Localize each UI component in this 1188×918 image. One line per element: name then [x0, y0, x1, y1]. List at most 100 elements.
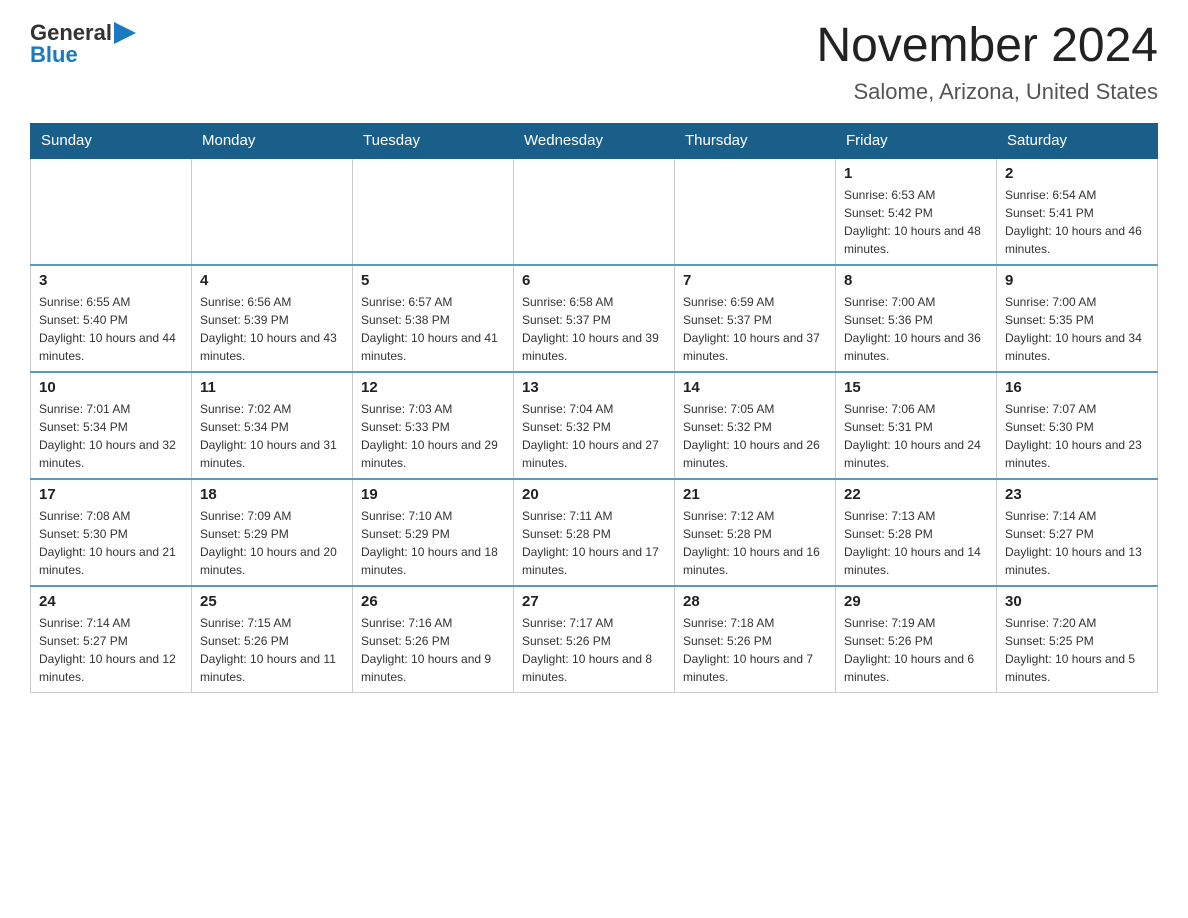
calendar-cell: [192, 158, 353, 265]
day-number: 26: [361, 593, 505, 610]
day-number: 28: [683, 593, 827, 610]
calendar-cell: 14Sunrise: 7:05 AMSunset: 5:32 PMDayligh…: [675, 372, 836, 479]
calendar-cell: [675, 158, 836, 265]
day-number: 3: [39, 272, 183, 289]
day-number: 2: [1005, 165, 1149, 182]
calendar-cell: 25 Sunrise: 7:15 AMSunset: 5:26 PMDayligh…: [192, 586, 353, 693]
day-info: Sunrise: 6:59 AMSunset: 5:37 PMDaylight:…: [683, 293, 827, 365]
calendar-cell: 20 Sunrise: 7:11 AMSunset: 5:28 PMDayligh…: [514, 479, 675, 586]
calendar-cell: 24 Sunrise: 7:14 AMSunset: 5:27 PMDayligh…: [31, 586, 192, 693]
calendar-cell: 22 Sunrise: 7:13 AMSunset: 5:28 PMDayligh…: [836, 479, 997, 586]
calendar-header-saturday: Saturday: [997, 123, 1158, 158]
day-info: Sunrise: 7:14 AMSunset: 5:27 PMDaylight:…: [39, 614, 183, 686]
calendar-cell: 18 Sunrise: 7:09 AMSunset: 5:29 PMDayligh…: [192, 479, 353, 586]
day-info: Sunrise: 7:16 AMSunset: 5:26 PMDaylight:…: [361, 614, 505, 686]
calendar-cell: 10 Sunrise: 7:01 AMSunset: 5:34 PMDayligh…: [31, 372, 192, 479]
calendar-header-tuesday: Tuesday: [353, 123, 514, 158]
page-subtitle: Salome, Arizona, United States: [816, 79, 1158, 105]
day-info: Sunrise: 7:12 AMSunset: 5:28 PMDaylight:…: [683, 507, 827, 579]
day-number: 9: [1005, 272, 1149, 289]
day-number: 30: [1005, 593, 1149, 610]
day-info: Sunrise: 7:06 AMSunset: 5:31 PMDaylight:…: [844, 400, 988, 472]
day-number: 13: [522, 379, 666, 396]
page-title: November 2024: [816, 20, 1158, 73]
day-info: Sunrise: 6:57 AMSunset: 5:38 PMDaylight:…: [361, 293, 505, 365]
day-info: Sunrise: 6:56 AMSunset: 5:39 PMDaylight:…: [200, 293, 344, 365]
day-number: 12: [361, 379, 505, 396]
day-number: 25: [200, 593, 344, 610]
day-number: 22: [844, 486, 988, 503]
logo-arrow-icon: [114, 22, 136, 44]
calendar-cell: 12 Sunrise: 7:03 AMSunset: 5:33 PMDayligh…: [353, 372, 514, 479]
page-header: General Blue November 2024 Salome, Arizo…: [30, 20, 1158, 105]
day-number: 29: [844, 593, 988, 610]
calendar-cell: 15Sunrise: 7:06 AMSunset: 5:31 PMDayligh…: [836, 372, 997, 479]
day-number: 23: [1005, 486, 1149, 503]
day-info: Sunrise: 7:15 AMSunset: 5:26 PMDaylight:…: [200, 614, 344, 686]
day-info: Sunrise: 7:20 AMSunset: 5:25 PMDaylight:…: [1005, 614, 1149, 686]
day-info: Sunrise: 7:04 AMSunset: 5:32 PMDaylight:…: [522, 400, 666, 472]
calendar-cell: 17Sunrise: 7:08 AMSunset: 5:30 PMDayligh…: [31, 479, 192, 586]
calendar-cell: 8 Sunrise: 7:00 AMSunset: 5:36 PMDaylight…: [836, 265, 997, 372]
day-number: 21: [683, 486, 827, 503]
day-number: 8: [844, 272, 988, 289]
calendar-cell: [353, 158, 514, 265]
day-info: Sunrise: 7:03 AMSunset: 5:33 PMDaylight:…: [361, 400, 505, 472]
day-info: Sunrise: 7:13 AMSunset: 5:28 PMDaylight:…: [844, 507, 988, 579]
calendar-header-row: SundayMondayTuesdayWednesdayThursdayFrid…: [31, 123, 1158, 158]
day-info: Sunrise: 7:14 AMSunset: 5:27 PMDaylight:…: [1005, 507, 1149, 579]
calendar-cell: 7 Sunrise: 6:59 AMSunset: 5:37 PMDaylight…: [675, 265, 836, 372]
day-info: Sunrise: 7:11 AMSunset: 5:28 PMDaylight:…: [522, 507, 666, 579]
day-info: Sunrise: 6:58 AMSunset: 5:37 PMDaylight:…: [522, 293, 666, 365]
day-info: Sunrise: 7:10 AMSunset: 5:29 PMDaylight:…: [361, 507, 505, 579]
day-info: Sunrise: 7:19 AMSunset: 5:26 PMDaylight:…: [844, 614, 988, 686]
day-number: 4: [200, 272, 344, 289]
calendar-cell: 2Sunrise: 6:54 AMSunset: 5:41 PMDaylight…: [997, 158, 1158, 265]
calendar-header-sunday: Sunday: [31, 123, 192, 158]
day-number: 24: [39, 593, 183, 610]
calendar-cell: 16Sunrise: 7:07 AMSunset: 5:30 PMDayligh…: [997, 372, 1158, 479]
day-number: 10: [39, 379, 183, 396]
title-area: November 2024 Salome, Arizona, United St…: [816, 20, 1158, 105]
calendar-week-row: 24 Sunrise: 7:14 AMSunset: 5:27 PMDayligh…: [31, 586, 1158, 693]
logo-area: General Blue: [30, 20, 136, 68]
calendar-cell: 27Sunrise: 7:17 AMSunset: 5:26 PMDayligh…: [514, 586, 675, 693]
calendar-cell: [31, 158, 192, 265]
day-number: 7: [683, 272, 827, 289]
day-number: 6: [522, 272, 666, 289]
calendar-cell: 6 Sunrise: 6:58 AMSunset: 5:37 PMDaylight…: [514, 265, 675, 372]
calendar-cell: 26 Sunrise: 7:16 AMSunset: 5:26 PMDayligh…: [353, 586, 514, 693]
day-info: Sunrise: 7:09 AMSunset: 5:29 PMDaylight:…: [200, 507, 344, 579]
day-info: Sunrise: 7:00 AMSunset: 5:35 PMDaylight:…: [1005, 293, 1149, 365]
day-info: Sunrise: 6:53 AMSunset: 5:42 PMDaylight:…: [844, 186, 988, 258]
day-number: 19: [361, 486, 505, 503]
calendar-cell: 28 Sunrise: 7:18 AMSunset: 5:26 PMDayligh…: [675, 586, 836, 693]
day-number: 17: [39, 486, 183, 503]
day-number: 20: [522, 486, 666, 503]
day-info: Sunrise: 7:01 AMSunset: 5:34 PMDaylight:…: [39, 400, 183, 472]
day-number: 1: [844, 165, 988, 182]
calendar-header-monday: Monday: [192, 123, 353, 158]
logo-blue-text: Blue: [30, 42, 78, 68]
day-number: 18: [200, 486, 344, 503]
calendar-header-friday: Friday: [836, 123, 997, 158]
calendar-cell: 11Sunrise: 7:02 AMSunset: 5:34 PMDayligh…: [192, 372, 353, 479]
calendar-cell: 5Sunrise: 6:57 AMSunset: 5:38 PMDaylight…: [353, 265, 514, 372]
day-number: 14: [683, 379, 827, 396]
calendar-table: SundayMondayTuesdayWednesdayThursdayFrid…: [30, 123, 1158, 693]
calendar-week-row: 17Sunrise: 7:08 AMSunset: 5:30 PMDayligh…: [31, 479, 1158, 586]
calendar-cell: 13 Sunrise: 7:04 AMSunset: 5:32 PMDayligh…: [514, 372, 675, 479]
calendar-cell: 1 Sunrise: 6:53 AMSunset: 5:42 PMDaylight…: [836, 158, 997, 265]
calendar-cell: 30 Sunrise: 7:20 AMSunset: 5:25 PMDayligh…: [997, 586, 1158, 693]
day-info: Sunrise: 7:00 AMSunset: 5:36 PMDaylight:…: [844, 293, 988, 365]
calendar-cell: 4 Sunrise: 6:56 AMSunset: 5:39 PMDaylight…: [192, 265, 353, 372]
calendar-cell: 29 Sunrise: 7:19 AMSunset: 5:26 PMDayligh…: [836, 586, 997, 693]
calendar-cell: 23 Sunrise: 7:14 AMSunset: 5:27 PMDayligh…: [997, 479, 1158, 586]
calendar-week-row: 1 Sunrise: 6:53 AMSunset: 5:42 PMDaylight…: [31, 158, 1158, 265]
day-number: 11: [200, 379, 344, 396]
day-info: Sunrise: 7:07 AMSunset: 5:30 PMDaylight:…: [1005, 400, 1149, 472]
day-info: Sunrise: 7:18 AMSunset: 5:26 PMDaylight:…: [683, 614, 827, 686]
calendar-cell: 21 Sunrise: 7:12 AMSunset: 5:28 PMDayligh…: [675, 479, 836, 586]
calendar-cell: 3Sunrise: 6:55 AMSunset: 5:40 PMDaylight…: [31, 265, 192, 372]
calendar-cell: [514, 158, 675, 265]
